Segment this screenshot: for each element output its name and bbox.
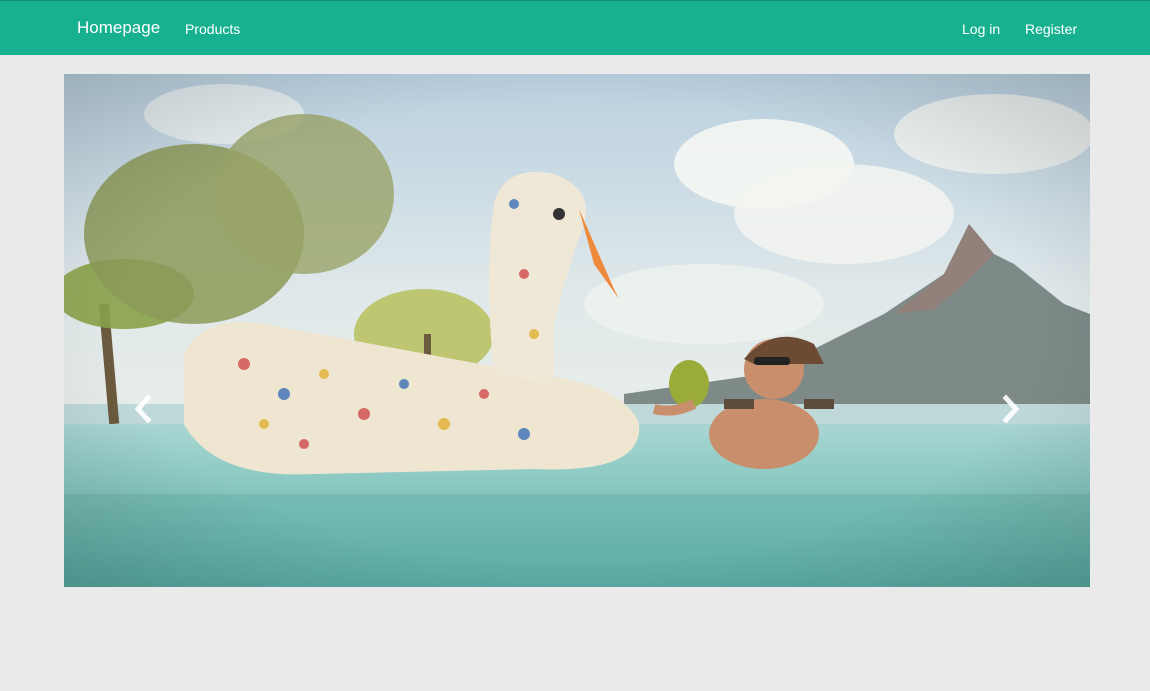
carousel-slide-image xyxy=(64,74,1090,587)
image-carousel xyxy=(64,74,1090,587)
login-link[interactable]: Log in xyxy=(962,21,1000,37)
chevron-right-icon xyxy=(1002,394,1020,424)
top-navbar: Homepage Products Log in Register xyxy=(0,0,1150,55)
chevron-left-icon xyxy=(134,394,152,424)
register-link[interactable]: Register xyxy=(1025,21,1077,37)
nav-link-products[interactable]: Products xyxy=(185,21,240,37)
carousel-prev-button[interactable] xyxy=(128,392,158,426)
carousel-next-button[interactable] xyxy=(996,392,1026,426)
brand-link[interactable]: Homepage xyxy=(77,18,160,38)
